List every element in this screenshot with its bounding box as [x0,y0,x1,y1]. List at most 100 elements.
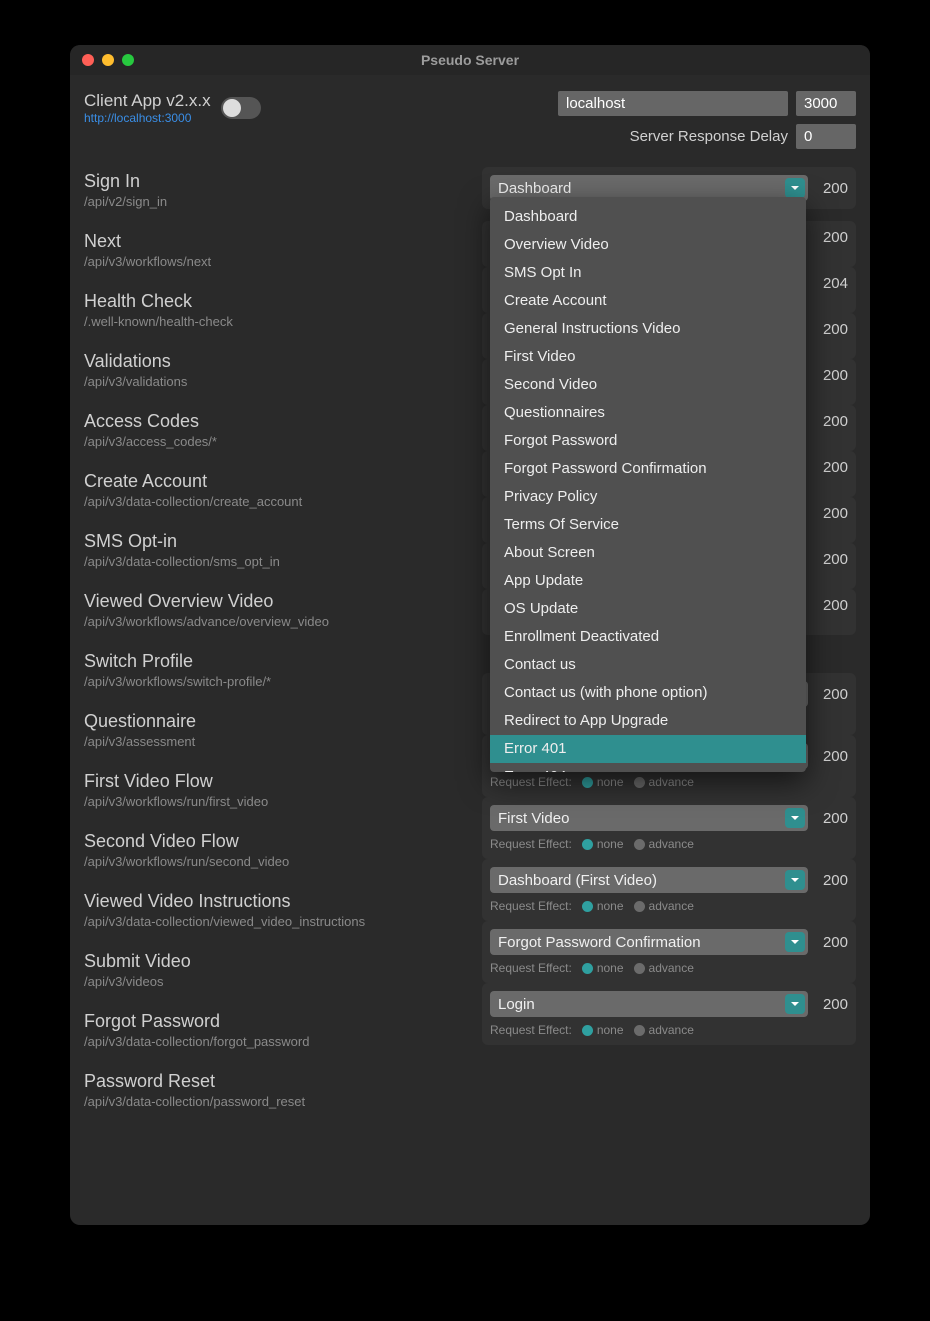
dropdown-option[interactable]: Terms Of Service [490,511,806,539]
endpoint-item[interactable]: Access Codes /api/v3/access_codes/* [84,411,474,449]
endpoint-item[interactable]: Questionnaire /api/v3/assessment [84,711,474,749]
endpoints-column: Sign In /api/v2/sign_in Next /api/v3/work… [84,167,474,1109]
endpoint-item[interactable]: Viewed Video Instructions /api/v3/data-c… [84,891,474,929]
zoom-window-button[interactable] [122,54,134,66]
dropdown-option[interactable]: Contact us (with phone option) [490,679,806,707]
response-row: Dashboard (First Video) 200 Request Effe… [482,859,856,921]
dropdown-option[interactable]: Redirect to App Upgrade [490,707,806,735]
endpoint-path: /api/v2/sign_in [84,194,474,209]
select-value: Dashboard [498,180,571,197]
request-effect-label: Request Effect: [490,837,572,851]
titlebar: Pseudo Server [70,45,870,75]
toggle-knob [223,99,241,117]
endpoint-item[interactable]: Next /api/v3/workflows/next [84,231,474,269]
request-effect-label: Request Effect: [490,961,572,975]
chevron-down-icon [785,932,805,952]
request-effect-none[interactable]: none [582,899,624,913]
dropdown-option[interactable]: Privacy Policy [490,483,806,511]
delay-label: Server Response Delay [630,128,788,145]
request-effect-advance[interactable]: advance [634,1023,694,1037]
endpoint-item[interactable]: Second Video Flow /api/v3/workflows/run/… [84,831,474,869]
request-effect-label: Request Effect: [490,899,572,913]
responses-column: Dashboard 200 DashboardOverview VideoSMS… [482,167,856,1109]
dropdown-option[interactable]: Error 404 [490,763,806,772]
endpoint-name: Password Reset [84,1071,474,1092]
endpoint-item[interactable]: Health Check /.well-known/health-check [84,291,474,329]
endpoint-name: First Video Flow [84,771,474,792]
endpoint-item[interactable]: Submit Video /api/v3/videos [84,951,474,989]
response-select[interactable]: First Video [490,805,808,831]
dropdown-option[interactable]: Forgot Password [490,427,806,455]
endpoint-item[interactable]: Password Reset /api/v3/data-collection/p… [84,1071,474,1109]
header-row: Client App v2.x.x http://localhost:3000 … [84,91,856,149]
response-select[interactable]: Dashboard (First Video) [490,867,808,893]
response-dropdown[interactable]: DashboardOverview VideoSMS Opt InCreate … [490,197,806,772]
chevron-down-icon [785,808,805,828]
request-effect-advance[interactable]: advance [634,961,694,975]
status-code: 204 [816,275,848,292]
host-input[interactable] [558,91,788,116]
app-window: Pseudo Server Client App v2.x.x http://l… [70,45,870,1225]
dropdown-option[interactable]: Forgot Password Confirmation [490,455,806,483]
endpoint-name: Second Video Flow [84,831,474,852]
select-value: Dashboard (First Video) [498,872,657,889]
request-effect-none[interactable]: none [582,1023,624,1037]
endpoint-item[interactable]: Validations /api/v3/validations [84,351,474,389]
endpoint-item[interactable]: SMS Opt-in /api/v3/data-collection/sms_o… [84,531,474,569]
request-effect-advance[interactable]: advance [634,899,694,913]
port-input[interactable] [796,91,856,116]
endpoint-path: /api/v3/workflows/run/first_video [84,794,474,809]
dropdown-option[interactable]: About Screen [490,539,806,567]
dropdown-option[interactable]: Overview Video [490,231,806,259]
minimize-window-button[interactable] [102,54,114,66]
request-effect-none[interactable]: none [582,961,624,975]
endpoint-item[interactable]: Sign In /api/v2/sign_in [84,171,474,209]
status-code: 200 [816,180,848,197]
close-window-button[interactable] [82,54,94,66]
client-url-link[interactable]: http://localhost:3000 [84,111,211,125]
dropdown-option[interactable]: Second Video [490,371,806,399]
endpoint-item[interactable]: Create Account /api/v3/data-collection/c… [84,471,474,509]
endpoint-path: /api/v3/data-collection/forgot_password [84,1034,474,1049]
request-effect-none[interactable]: none [582,837,624,851]
status-code: 200 [816,413,848,430]
endpoint-path: /api/v3/access_codes/* [84,434,474,449]
dropdown-option[interactable]: OS Update [490,595,806,623]
status-code: 200 [816,597,848,614]
endpoint-name: Next [84,231,474,252]
request-effect-advance[interactable]: advance [634,775,694,789]
endpoint-name: Forgot Password [84,1011,474,1032]
client-toggle[interactable] [221,97,261,119]
endpoint-item[interactable]: First Video Flow /api/v3/workflows/run/f… [84,771,474,809]
endpoint-name: Switch Profile [84,651,474,672]
dropdown-option[interactable]: Error 401 [490,735,806,763]
status-code: 200 [816,551,848,568]
response-row: First Video 200 Request Effect: none adv… [482,797,856,859]
response-row: Login 200 Request Effect: none advance [482,983,856,1045]
dropdown-option[interactable]: Create Account [490,287,806,315]
dropdown-option[interactable]: Dashboard [490,203,806,231]
endpoint-path: /api/v3/data-collection/create_account [84,494,474,509]
endpoint-path: /api/v3/data-collection/sms_opt_in [84,554,474,569]
dropdown-option[interactable]: Questionnaires [490,399,806,427]
dropdown-option[interactable]: Contact us [490,651,806,679]
dropdown-option[interactable]: SMS Opt In [490,259,806,287]
dropdown-option[interactable]: General Instructions Video [490,315,806,343]
dropdown-option[interactable]: First Video [490,343,806,371]
dropdown-option[interactable]: Enrollment Deactivated [490,623,806,651]
response-row: Dashboard 200 DashboardOverview VideoSMS… [482,167,856,209]
response-select[interactable]: Forgot Password Confirmation [490,929,808,955]
endpoint-item[interactable]: Switch Profile /api/v3/workflows/switch-… [84,651,474,689]
endpoint-item[interactable]: Forgot Password /api/v3/data-collection/… [84,1011,474,1049]
window-title: Pseudo Server [70,52,870,68]
status-code: 200 [816,686,848,703]
dropdown-option[interactable]: App Update [490,567,806,595]
request-effect-none[interactable]: none [582,775,624,789]
endpoint-name: Submit Video [84,951,474,972]
delay-input[interactable] [796,124,856,149]
request-effect-advance[interactable]: advance [634,837,694,851]
response-select[interactable]: Login [490,991,808,1017]
chevron-down-icon [785,178,805,198]
endpoint-item[interactable]: Viewed Overview Video /api/v3/workflows/… [84,591,474,629]
endpoint-name: Viewed Overview Video [84,591,474,612]
